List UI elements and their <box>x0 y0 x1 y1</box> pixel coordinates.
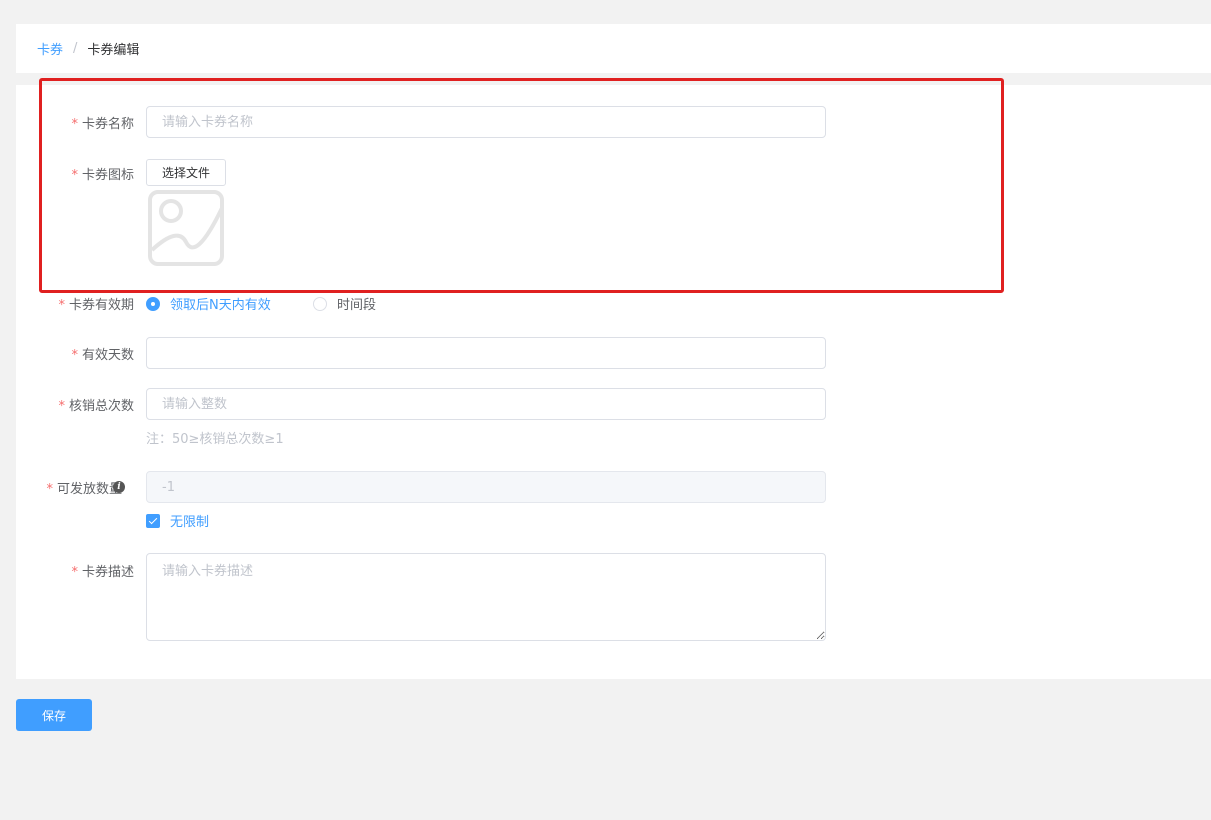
breadcrumb-current: 卡券编辑 <box>87 43 140 58</box>
unlimited-label: 无限制 <box>170 515 210 530</box>
required-mark: * <box>71 168 78 183</box>
redeem-total-hint: 注：50≥核销总次数≥1 <box>146 432 284 447</box>
save-button[interactable]: 保存 <box>16 699 92 731</box>
redeem-total-input[interactable] <box>146 388 826 420</box>
required-mark: * <box>46 482 53 497</box>
required-mark: * <box>58 298 65 313</box>
description-label: * 卡券描述 <box>71 565 134 580</box>
coupon-name-input[interactable] <box>146 106 826 138</box>
breadcrumb: 卡券 / 卡券编辑 <box>16 24 1211 73</box>
valid-days-input[interactable] <box>146 337 826 369</box>
radio-time-period[interactable]: 时间段 <box>313 294 376 313</box>
valid-days-label: * 有效天数 <box>71 348 134 363</box>
coupon-name-label: * 卡券名称 <box>71 117 134 132</box>
required-mark: * <box>71 348 78 363</box>
checkbox-checked-icon <box>146 513 160 528</box>
issue-quantity-input[interactable] <box>146 471 826 503</box>
breadcrumb-link-coupons[interactable]: 卡券 <box>37 39 63 58</box>
unlimited-checkbox[interactable]: 无限制 <box>146 511 209 530</box>
radio-checked-icon <box>146 296 160 311</box>
required-mark: * <box>58 399 65 414</box>
validity-label: * 卡券有效期 <box>58 298 134 313</box>
radio-unchecked-icon <box>313 296 327 311</box>
redeem-total-label: * 核销总次数 <box>58 399 134 414</box>
image-placeholder-icon <box>148 190 224 266</box>
choose-file-button[interactable]: 选择文件 <box>146 159 226 186</box>
required-mark: * <box>71 117 78 132</box>
info-icon[interactable]: i <box>113 481 125 493</box>
radio-days-after-claim[interactable]: 领取后N天内有效 <box>146 294 271 313</box>
description-textarea[interactable] <box>146 553 826 641</box>
coupon-icon-label: * 卡券图标 <box>71 168 134 183</box>
breadcrumb-separator: / <box>73 41 78 56</box>
required-mark: * <box>71 565 78 580</box>
issue-quantity-label: * 可发放数量 <box>46 482 122 497</box>
